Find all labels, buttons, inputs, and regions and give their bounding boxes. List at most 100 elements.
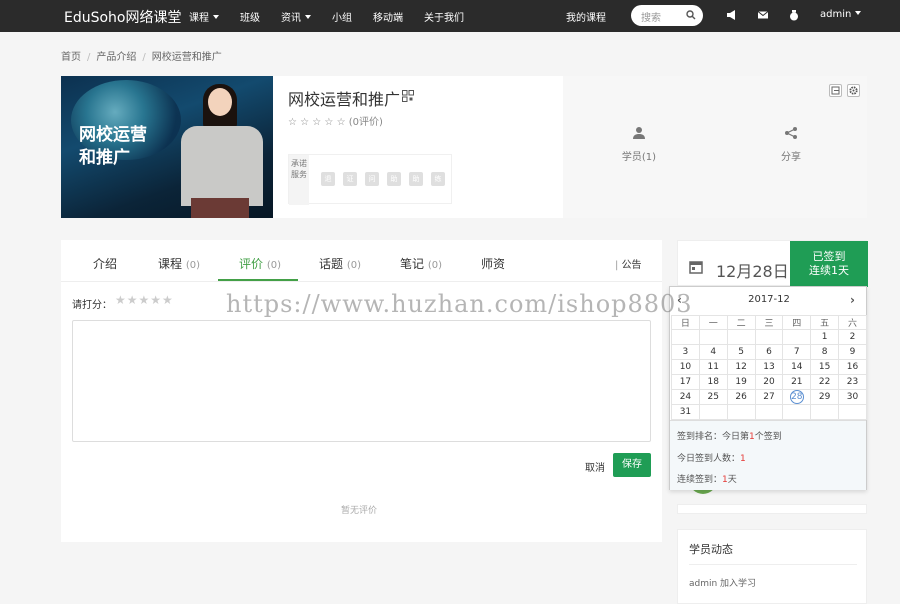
calendar-day[interactable]: 6 xyxy=(754,344,784,360)
divider xyxy=(689,564,857,565)
calendar-empty-cell xyxy=(754,329,784,345)
calendar-day[interactable]: 18 xyxy=(698,374,728,390)
calendar-week-row: 24 25 26 27 28 29 30 xyxy=(671,389,867,405)
activity-title: 学员动态 xyxy=(689,543,733,556)
review-textarea[interactable] xyxy=(72,320,651,442)
tab-topics[interactable]: 话题 (0) xyxy=(319,255,361,272)
calendar-day[interactable]: 4 xyxy=(698,344,728,360)
nav-item-groups[interactable]: 小组 xyxy=(332,9,352,24)
checkin-date: 12月28日 xyxy=(716,262,789,281)
calendar-day[interactable]: 11 xyxy=(698,359,728,375)
calendar-day[interactable]: 2 xyxy=(838,329,867,345)
announcement-link[interactable]: | 公告 xyxy=(615,256,642,271)
calendar-day[interactable]: 21 xyxy=(782,374,812,390)
checkin-streak: 连续签到：1天 xyxy=(677,475,737,485)
calendar-empty-cell xyxy=(698,404,728,420)
save-button[interactable]: 保存 xyxy=(613,453,651,477)
search-input[interactable]: 搜索 xyxy=(631,5,703,26)
calendar-empty-cell xyxy=(698,329,728,345)
active-tab-indicator xyxy=(218,279,298,281)
weekday-header: 三 xyxy=(754,315,784,330)
calendar-day[interactable]: 17 xyxy=(671,374,700,390)
breadcrumb-category[interactable]: 产品介绍 xyxy=(96,52,136,63)
megaphone-icon[interactable] xyxy=(726,9,738,21)
tab-reviews[interactable]: 评价 (0) xyxy=(239,255,281,272)
rate-stars-input[interactable]: ★★★★★ xyxy=(115,293,174,307)
calendar-day[interactable]: 14 xyxy=(782,359,812,375)
exit-icon[interactable] xyxy=(829,84,842,97)
calendar-day[interactable]: 10 xyxy=(671,359,700,375)
breadcrumb: 首页 / 产品介绍 / 网校运营和推广 xyxy=(61,52,222,63)
calendar-day[interactable]: 30 xyxy=(838,389,867,405)
nav-item-classes[interactable]: 班级 xyxy=(240,9,260,24)
breadcrumb-home[interactable]: 首页 xyxy=(61,52,81,63)
calendar-day[interactable]: 28 xyxy=(782,389,812,405)
qrcode-icon[interactable] xyxy=(402,90,414,102)
calendar-day[interactable]: 16 xyxy=(838,359,867,375)
calendar-day[interactable]: 26 xyxy=(726,389,756,405)
search-icon[interactable] xyxy=(686,10,696,20)
mail-icon[interactable] xyxy=(757,9,769,21)
rate-label: 请打分： xyxy=(72,300,112,311)
calendar-day[interactable]: 23 xyxy=(838,374,867,390)
calendar-day[interactable]: 5 xyxy=(726,344,756,360)
calendar-day[interactable]: 24 xyxy=(671,389,700,405)
calendar-day[interactable]: 20 xyxy=(754,374,784,390)
promise-badge[interactable]: 问 xyxy=(365,172,379,186)
calendar-day[interactable]: 27 xyxy=(754,389,784,405)
cancel-button[interactable]: 取消 xyxy=(585,459,605,474)
user-menu[interactable]: admin xyxy=(820,9,862,20)
nav-item-courses[interactable]: 课程 xyxy=(189,9,219,24)
calendar-day[interactable]: 9 xyxy=(838,344,867,360)
promise-label: 承诺服务 xyxy=(289,155,309,205)
tab-lessons[interactable]: 课程 (0) xyxy=(158,255,200,272)
share-stat[interactable]: 分享 xyxy=(751,126,831,163)
calendar-day[interactable]: 12 xyxy=(726,359,756,375)
course-tabs: 介绍 课程 (0) 评价 (0) 话题 (0) 笔记 (0) 师资 | 公告 xyxy=(61,240,662,282)
calendar-day[interactable]: 8 xyxy=(810,344,840,360)
calendar-day[interactable]: 3 xyxy=(671,344,700,360)
nav-item-mobile[interactable]: 移动端 xyxy=(373,9,403,24)
my-courses-link[interactable]: 我的课程 xyxy=(566,9,606,24)
tab-notes[interactable]: 笔记 (0) xyxy=(400,255,442,272)
chevron-down-icon xyxy=(305,15,311,19)
promise-badge[interactable]: 退 xyxy=(321,172,335,186)
student-activity-panel: 学员动态 admin 加入学习 xyxy=(677,529,867,604)
calendar-day[interactable]: 19 xyxy=(726,374,756,390)
calendar-day[interactable]: 25 xyxy=(698,389,728,405)
students-stat[interactable]: 学员(1) xyxy=(599,126,679,163)
signed-in-button[interactable]: 已签到 连续1天 xyxy=(790,241,868,287)
gear-icon[interactable] xyxy=(847,84,860,97)
calendar-empty-cell xyxy=(782,404,812,420)
next-month-icon[interactable]: › xyxy=(850,293,855,307)
calendar-day[interactable]: 15 xyxy=(810,359,840,375)
money-bag-icon[interactable] xyxy=(788,9,800,21)
cover-title: 网校运营 和推广 xyxy=(79,125,147,168)
course-main-panel: 介绍 课程 (0) 评价 (0) 话题 (0) 笔记 (0) 师资 | 公告 请… xyxy=(61,240,662,542)
calendar-day[interactable]: 22 xyxy=(810,374,840,390)
calendar-empty-cell xyxy=(671,329,700,345)
promise-badge[interactable]: 助 xyxy=(409,172,423,186)
calendar-grid: 日 一 二 三 四 五 六 1 2 3 4 5 6 7 8 9 10 11 12 13 14 15 16 17 1… xyxy=(671,315,867,420)
calendar-day[interactable]: 7 xyxy=(782,344,812,360)
calendar-month: 2017-12 xyxy=(748,294,790,305)
nav-item-news[interactable]: 资讯 xyxy=(281,9,311,24)
promise-badge[interactable]: 练 xyxy=(431,172,445,186)
tab-teachers[interactable]: 师资 xyxy=(481,255,505,272)
cover-figure-body xyxy=(181,126,263,206)
promise-badge[interactable]: 证 xyxy=(343,172,357,186)
calendar-day[interactable]: 29 xyxy=(810,389,840,405)
calendar-icon xyxy=(689,261,703,274)
calendar-day[interactable]: 1 xyxy=(810,329,840,345)
calendar-day[interactable]: 13 xyxy=(754,359,784,375)
brand-logo[interactable]: EduSoho网络课堂 xyxy=(64,7,182,27)
tab-intro[interactable]: 介绍 xyxy=(93,255,117,272)
nav-item-about[interactable]: 关于我们 xyxy=(424,9,464,24)
course-rating: ☆ ☆ ☆ ☆ ☆ (0评价) xyxy=(288,117,383,128)
course-header: 网校运营 和推广 网校运营和推广 ☆ ☆ ☆ ☆ ☆ (0评价) 承诺服务 退 证… xyxy=(61,76,867,218)
chevron-down-icon xyxy=(855,11,862,15)
course-cover-image: 网校运营 和推广 xyxy=(61,76,273,218)
promise-badge[interactable]: 助 xyxy=(387,172,401,186)
calendar-day[interactable]: 31 xyxy=(671,404,700,420)
calendar-week-row: 17 18 19 20 21 22 23 xyxy=(671,374,867,390)
